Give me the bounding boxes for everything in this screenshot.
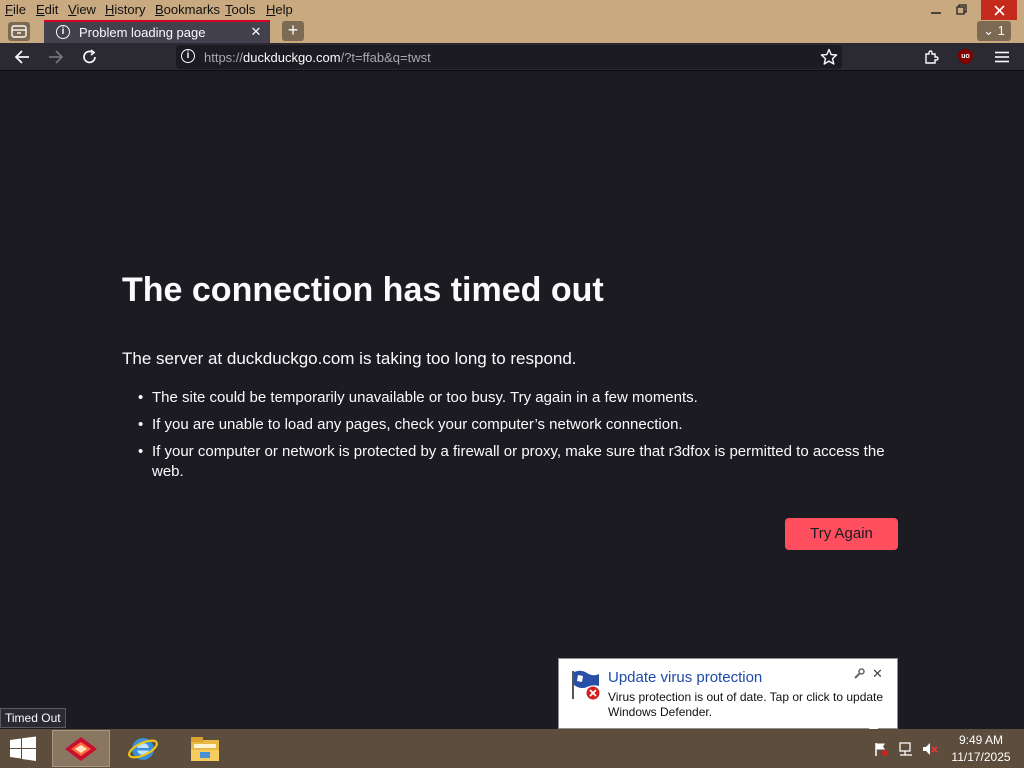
puzzle-icon — [925, 50, 939, 64]
tray-volume[interactable] — [922, 741, 938, 757]
arrow-left-icon — [14, 50, 29, 64]
forward-button[interactable] — [44, 46, 68, 68]
tray-network[interactable] — [898, 741, 914, 757]
close-icon — [993, 4, 1005, 16]
url-path: /?t=ffab&q=twst — [340, 50, 431, 65]
r3dfox-app-icon — [65, 736, 97, 761]
balloon-close-button[interactable]: ✕ — [872, 666, 883, 682]
restore-button[interactable] — [944, 0, 980, 20]
tab-strip: i Problem loading page ✕ + ⌄ 1 — [0, 20, 1024, 43]
app-menu-button[interactable] — [990, 46, 1014, 68]
flag-icon — [875, 743, 888, 756]
info-icon: i — [56, 25, 70, 39]
close-window-button[interactable] — [981, 0, 1017, 20]
url-host: duckduckgo.com — [243, 50, 341, 65]
url-text[interactable]: https://duckduckgo.com/?t=ffab&q=twst — [204, 50, 431, 65]
restore-icon — [956, 4, 967, 15]
taskbar-app-internet-explorer[interactable] — [114, 730, 172, 767]
taskbar-app-r3dfox[interactable] — [52, 730, 110, 767]
wrench-icon — [854, 668, 865, 679]
error-message: The server at duckduckgo.com is taking t… — [122, 349, 577, 368]
error-title: The connection has timed out — [122, 271, 604, 309]
tab-list-button[interactable]: ⌄ 1 — [977, 21, 1011, 41]
menu-bar: File Edit View History Bookmarks Tools H… — [0, 0, 1024, 20]
arrow-right-icon — [49, 50, 64, 64]
tab-overview-button[interactable] — [8, 22, 30, 41]
list-item: If your computer or network is protected… — [138, 442, 912, 482]
balloon-title: Update virus protection — [608, 669, 763, 686]
url-bar[interactable]: i https://duckduckgo.com/?t=ffab&q=twst — [176, 45, 842, 69]
tab-overview-icon — [11, 25, 27, 38]
reload-button[interactable] — [78, 46, 102, 68]
clock-time[interactable]: 9:49 AM — [953, 733, 1009, 747]
nav-bar: i https://duckduckgo.com/?t=ffab&q=twst … — [0, 43, 1024, 71]
volume-muted-icon — [923, 743, 938, 755]
menu-file[interactable]: File — [5, 2, 26, 17]
menu-edit[interactable]: Edit — [36, 2, 58, 17]
menu-history[interactable]: History — [105, 2, 145, 17]
status-text: Timed Out — [0, 708, 66, 728]
notification-balloon[interactable]: Update virus protection Virus protection… — [558, 658, 898, 729]
error-suggestions-list: The site could be temporarily unavailabl… — [138, 388, 912, 489]
list-item: The site could be temporarily unavailabl… — [138, 388, 912, 408]
taskbar-app-file-explorer[interactable] — [176, 730, 234, 767]
bookmark-star-button[interactable] — [820, 48, 838, 71]
balloon-settings-button[interactable] — [853, 668, 865, 683]
url-scheme: https:// — [204, 50, 244, 65]
tab-count: 1 — [997, 23, 1005, 38]
tray-action-center[interactable] — [873, 741, 889, 757]
reload-icon — [83, 49, 96, 64]
file-explorer-icon — [191, 736, 219, 761]
clock-date[interactable]: 11/17/2025 — [949, 750, 1013, 764]
tab-active[interactable]: i Problem loading page ✕ — [44, 20, 270, 43]
balloon-text: Virus protection is out of date. Tap or … — [608, 690, 884, 719]
internet-explorer-icon — [128, 737, 158, 760]
windows-logo-icon — [10, 736, 36, 761]
extensions-button[interactable] — [919, 46, 943, 68]
taskbar: 9:49 AM 11/17/2025 — [0, 729, 1024, 768]
network-icon — [899, 742, 912, 756]
start-button[interactable] — [8, 736, 38, 762]
list-item: If you are unable to load any pages, che… — [138, 415, 912, 435]
tab-close-button[interactable]: ✕ — [247, 23, 265, 41]
star-icon — [820, 48, 838, 65]
try-again-button[interactable]: Try Again — [785, 518, 898, 550]
menu-help[interactable]: Help — [266, 2, 293, 17]
menu-view[interactable]: View — [68, 2, 96, 17]
tab-title: Problem loading page — [79, 25, 206, 40]
menu-tools[interactable]: Tools — [225, 2, 255, 17]
back-button[interactable] — [10, 46, 34, 68]
ublock-icon[interactable]: uo — [958, 49, 973, 64]
menu-bookmarks[interactable]: Bookmarks — [155, 2, 220, 17]
info-icon[interactable]: i — [181, 49, 195, 63]
hamburger-icon — [995, 51, 1009, 63]
chevron-down-icon: ⌄ — [983, 23, 995, 38]
defender-flag-icon — [569, 668, 603, 707]
minimize-icon — [931, 12, 941, 14]
new-tab-button[interactable]: + — [282, 21, 304, 41]
